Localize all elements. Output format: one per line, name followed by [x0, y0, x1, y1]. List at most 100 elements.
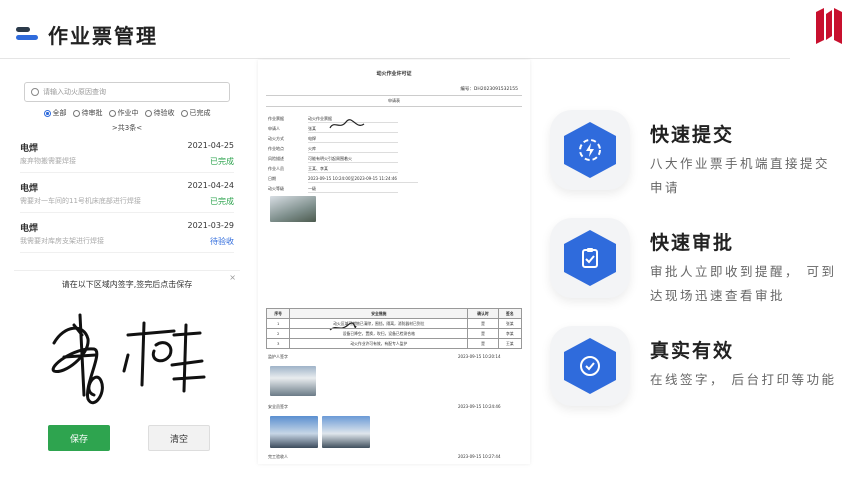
radio-icon: [43, 109, 51, 117]
field-value: 王某、李某: [308, 166, 398, 173]
signature-instruction: 请在以下区域内签字,签完后点击保存: [61, 280, 193, 289]
lightning-icon: [579, 139, 601, 161]
item-desc: 需要对一车间的11号机床底部进行焊接: [20, 197, 141, 205]
table-cell: 王某: [497, 338, 523, 349]
table-cell: 是: [467, 318, 499, 329]
table-row: 3 动火作业许可有效，有配专人监护 是 王某: [265, 338, 523, 349]
site-photo: [270, 416, 318, 448]
radio-icon: [72, 109, 80, 117]
table-header: 确认时: [467, 308, 499, 319]
field-value: 可能有明火引起周围着火: [308, 156, 398, 163]
feature-icon-tile: [550, 326, 630, 406]
radio-icon: [144, 109, 152, 117]
table-cell: 动火区域可燃物已清除，围挡，隔离，消防器材已到位: [289, 318, 469, 329]
search-input[interactable]: 请输入动火原因查询: [24, 82, 230, 102]
field-label: 完工验收人: [268, 454, 288, 459]
table-header-row: 序号 安全措施 确认时 签名: [265, 308, 523, 319]
table-cell: 李某: [497, 328, 523, 339]
item-date: 2021-03-29: [187, 221, 235, 230]
radio-icon: [108, 109, 116, 117]
signature-image: [329, 119, 365, 129]
item-desc: 我需要对库房支架进行焊接: [20, 237, 104, 245]
radio-icon: [180, 109, 188, 117]
table-cell: 是: [467, 338, 499, 349]
search-icon: [31, 88, 39, 96]
field-label: 动火方式: [268, 136, 284, 141]
list-item[interactable]: 电焊 2021-04-24 需要对一车间的11号机床底部进行焊接 已完成: [20, 177, 234, 213]
item-date: 2021-04-24: [187, 181, 235, 190]
menu-icon: [16, 24, 38, 44]
signature-panel: × 请在以下区域内签字,签完后点击保存 保存 清空: [14, 270, 240, 462]
table-row: 1 动火区域可燃物已清除，围挡，隔离，消防器材已到位 是 张某: [265, 318, 523, 329]
table-cell: 是: [467, 328, 499, 339]
filter-in-progress[interactable]: 作业中: [108, 108, 139, 118]
table-cell: 1: [265, 318, 291, 329]
feature-icon-tile: [550, 218, 630, 298]
field-label: 监护人签字: [268, 354, 288, 359]
filter-completed[interactable]: 已完成: [180, 108, 211, 118]
table-header: 序号: [265, 308, 291, 319]
work-ticket-list-panel: 请输入动火原因查询 全部 待审批 作业中 待验收 已完成 >共3条< 电焊 20…: [14, 78, 240, 256]
field-time: 2023-09-15 10:27:44: [458, 454, 501, 459]
site-photo: [322, 416, 370, 448]
document-title: 动火作业许可证: [376, 71, 412, 77]
field-label: 风险描述: [268, 156, 284, 161]
page-header: 作业票管理: [16, 14, 158, 54]
table-cell: 3: [265, 338, 291, 349]
table-cell: 张某: [497, 318, 523, 329]
permit-document: 动火作业许可证 编号：DH2023091532155 申请表 作业票据 动火作业…: [258, 60, 530, 464]
item-name: 电焊: [20, 184, 39, 194]
item-name: 电焊: [20, 224, 39, 234]
check-circle-icon: [580, 356, 600, 376]
field-label: 动火等级: [268, 186, 284, 191]
document-number: 编号：DH2023091532155: [460, 87, 518, 92]
field-value: 电焊: [308, 136, 398, 143]
field-label: 作业人员: [268, 166, 284, 171]
brand-logo: [816, 8, 842, 44]
field-label: 作业票据: [268, 116, 284, 121]
field-value: 2023-09-15 10:24:00至2023-09-15 11:24:46: [308, 176, 418, 183]
field-value: 一级: [308, 186, 398, 193]
feature-desc: 在线签字， 后台打印等功能: [650, 372, 837, 387]
status-badge: 已完成: [210, 157, 234, 166]
close-icon[interactable]: ×: [229, 273, 236, 282]
site-photo: [270, 196, 316, 222]
filter-pending-acceptance[interactable]: 待验收: [144, 108, 175, 118]
feature-quick-submit: 快速提交 八大作业票手机端直接提交申请: [550, 110, 850, 210]
table-header: 安全措施: [289, 308, 469, 319]
list-count: >共3条<: [111, 124, 143, 132]
feature-authentic: 真实有效 在线签字， 后台打印等功能: [550, 326, 850, 426]
safety-measures-table: 序号 安全措施 确认时 签名 1 动火区域可燃物已清除，围挡，隔离，消防器材已到…: [265, 308, 523, 349]
feature-icon-tile: [550, 110, 630, 190]
feature-desc: 审批人立即收到提醒， 可到达现场迅速查看审批: [650, 264, 837, 303]
signature-pad[interactable]: [24, 295, 230, 415]
feature-title: 快速审批: [650, 232, 735, 254]
table-cell: 动火作业许可有效，有配专人监护: [289, 338, 469, 349]
field-time: 2023-09-15 10:24:46: [458, 404, 501, 409]
table-cell: 设备已降空，置换，吹扫，设备已检测合格: [289, 328, 469, 339]
filter-all[interactable]: 全部: [43, 108, 67, 118]
table-cell: 2: [265, 328, 291, 339]
item-date: 2021-04-25: [187, 141, 235, 150]
save-button[interactable]: 保存: [48, 425, 110, 451]
field-time: 2023-09-15 10:20:14: [458, 354, 501, 359]
field-label: 安全员签字: [268, 404, 288, 409]
field-label: 作业地点: [268, 146, 284, 151]
feature-title: 真实有效: [650, 340, 735, 362]
item-desc: 废弃物搬需要焊接: [20, 157, 76, 165]
filter-pending-approval[interactable]: 待审批: [72, 108, 103, 118]
clipboard-check-icon: [582, 248, 598, 268]
status-badge: 待验收: [210, 237, 234, 246]
table-row: 2 设备已降空，置换，吹扫，设备已检测合格 是 李某: [265, 328, 523, 339]
list-item[interactable]: 电焊 2021-04-25 废弃物搬需要焊接 已完成: [20, 137, 234, 173]
status-badge: 已完成: [210, 197, 234, 206]
table-header: 签名: [497, 308, 523, 319]
field-label: 申请人: [268, 126, 280, 131]
status-filter: 全部 待审批 作业中 待验收 已完成: [14, 108, 240, 118]
clear-button[interactable]: 清空: [148, 425, 210, 451]
feature-quick-approval: 快速审批 审批人立即收到提醒， 可到达现场迅速查看审批: [550, 218, 850, 318]
list-item[interactable]: 电焊 2021-03-29 我需要对库房支架进行焊接 待验收: [20, 217, 234, 253]
document-section: 申请表: [266, 95, 522, 107]
header-divider: [0, 58, 790, 59]
field-value: 火库: [308, 146, 398, 153]
